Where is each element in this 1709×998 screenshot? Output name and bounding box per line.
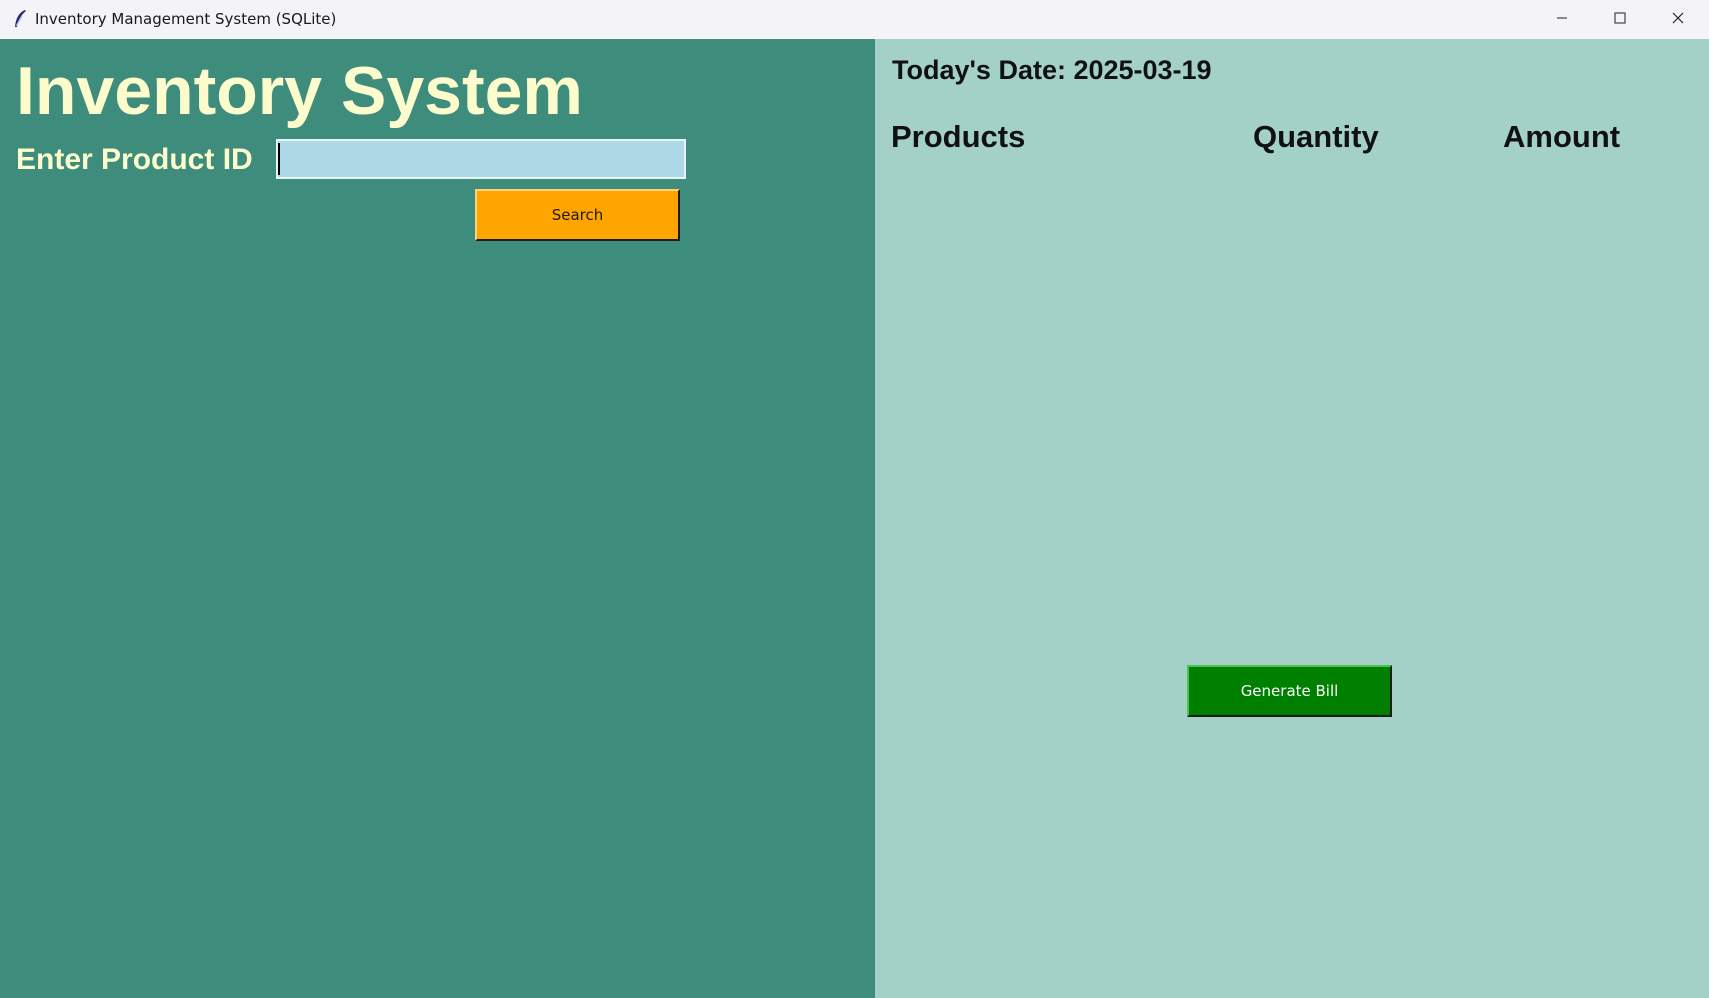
text-caret <box>278 143 280 175</box>
close-button[interactable] <box>1649 0 1707 39</box>
column-header-products: Products <box>891 119 1026 154</box>
column-header-quantity: Quantity <box>1253 119 1379 154</box>
title-bar[interactable]: Inventory Management System (SQLite) <box>0 0 1709 39</box>
app-window: Inventory Management System (SQLite) Inv… <box>0 0 1709 998</box>
window-title: Inventory Management System (SQLite) <box>35 10 337 28</box>
close-icon <box>1672 11 1684 29</box>
maximize-button[interactable] <box>1591 0 1649 39</box>
feather-icon <box>12 9 28 29</box>
right-panel: Today's Date: 2025-03-19 Products Quanti… <box>875 39 1709 998</box>
maximize-icon <box>1614 11 1626 29</box>
minimize-button[interactable] <box>1533 0 1591 39</box>
page-title: Inventory System <box>16 53 583 129</box>
search-button[interactable]: Search <box>475 189 680 241</box>
product-id-label: Enter Product ID <box>16 143 253 176</box>
minimize-icon <box>1556 11 1568 29</box>
todays-date-label: Today's Date: 2025-03-19 <box>892 55 1212 85</box>
column-header-amount: Amount <box>1503 119 1621 154</box>
generate-bill-button[interactable]: Generate Bill <box>1187 665 1392 717</box>
product-id-input[interactable] <box>276 139 686 179</box>
left-panel: Inventory System Enter Product ID Search <box>0 39 875 998</box>
